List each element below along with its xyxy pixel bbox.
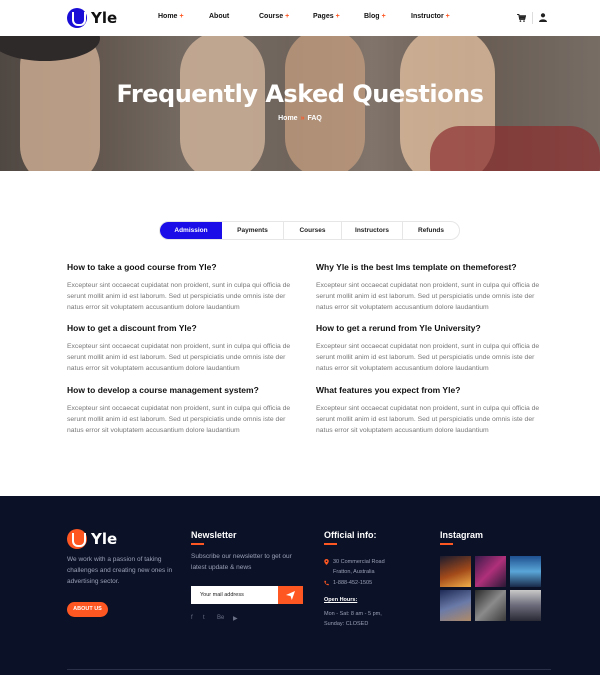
address-line-1: 30 Commercial Road	[333, 559, 385, 565]
nav-label: Instructor	[411, 13, 444, 20]
breadcrumb-home[interactable]: Home	[278, 115, 297, 122]
faq-item: How to get a rerund from Yle University?…	[316, 323, 541, 374]
main-nav: Home + About Course + Pages + Blog + Instruc…	[0, 13, 600, 25]
faq-question: How to develop a course management syste…	[67, 385, 259, 395]
faq-answer: Excepteur sint occaecat cupidatat non pr…	[316, 282, 540, 311]
phone-number[interactable]: 1-888-452-1505	[333, 580, 372, 586]
instagram-photo[interactable]	[510, 590, 541, 621]
nav-item-home[interactable]: Home +	[158, 13, 184, 20]
faq-item: How to get a discount from Yle? Excepteu…	[67, 323, 292, 374]
nav-plus-icon: +	[381, 13, 386, 20]
tab-admission[interactable]: Admission	[160, 222, 222, 239]
instagram-photo[interactable]	[475, 556, 506, 587]
open-hours-text: Mon - Sat: 8 am - 5 pm, Sunday: CLOSED	[324, 609, 382, 629]
faq-item: How to take a good course from Yle? Exce…	[67, 262, 292, 313]
newsletter-heading: Newsletter	[191, 530, 237, 540]
nav-item-blog[interactable]: Blog +	[364, 13, 386, 20]
instagram-photo[interactable]	[440, 556, 471, 587]
page-title: Frequently Asked Questions	[116, 80, 484, 108]
faq-question: Why Yle is the best lms template on them…	[316, 262, 517, 272]
instagram-heading: Instagram	[440, 530, 484, 540]
faq-question: How to get a discount from Yle?	[67, 323, 197, 333]
logo-text: Yle	[91, 530, 118, 548]
tab-payments[interactable]: Payments	[222, 222, 284, 239]
nav-item-instructor[interactable]: Instructor +	[411, 13, 450, 20]
footer-logo[interactable]: Yle	[67, 529, 117, 549]
newsletter-text: Subscribe our newsletter to get our late…	[191, 553, 292, 571]
nav-label: Blog	[364, 13, 380, 20]
behance-icon[interactable]: Be	[217, 615, 224, 621]
location-pin-icon	[324, 559, 329, 565]
nav-plus-icon: +	[285, 13, 290, 20]
header-divider	[532, 12, 533, 24]
hero-banner: Frequently Asked Questions Home» FAQ	[0, 36, 600, 171]
phone-icon	[324, 580, 329, 586]
heading-underline	[440, 543, 453, 545]
paper-plane-icon	[286, 590, 295, 600]
open-hours-label: Open Hours:	[324, 597, 358, 603]
logo-mark-icon	[67, 529, 87, 549]
instagram-photo[interactable]	[440, 590, 471, 621]
faq-answer: Excepteur sint occaecat cupidatat non pr…	[316, 405, 540, 434]
instagram-photo[interactable]	[475, 590, 506, 621]
youtube-icon[interactable]: ▶	[233, 615, 238, 622]
faq-tabs: Admission Payments Courses Instructors R…	[159, 221, 460, 240]
nav-label: About	[209, 13, 230, 20]
hours-line-1: Mon - Sat: 8 am - 5 pm,	[324, 611, 382, 617]
footer-description: We work with a passion of taking challen…	[67, 556, 173, 585]
faq-answer: Excepteur sint occaecat cupidatat non pr…	[67, 405, 291, 434]
hero-photo-shirt	[430, 126, 600, 171]
facebook-icon[interactable]: f	[191, 615, 193, 621]
newsletter-email-input[interactable]	[191, 586, 278, 604]
nav-plus-icon: +	[335, 13, 340, 20]
hours-line-2: Sunday: CLOSED	[324, 621, 369, 627]
tab-courses[interactable]: Courses	[284, 222, 342, 239]
nav-label: Pages	[313, 13, 334, 20]
footer-divider	[67, 669, 551, 670]
instagram-photo[interactable]	[510, 556, 541, 587]
faq-answer: Excepteur sint occaecat cupidatat non pr…	[316, 343, 540, 372]
breadcrumb-separator: »	[300, 115, 305, 122]
faq-question: How to get a rerund from Yle University?	[316, 323, 481, 333]
faq-answer: Excepteur sint occaecat cupidatat non pr…	[67, 343, 291, 372]
cart-icon[interactable]	[517, 14, 526, 22]
breadcrumb: Home» FAQ	[0, 115, 600, 122]
tab-instructors[interactable]: Instructors	[342, 222, 403, 239]
faq-item: What features you expect from Yle? Excep…	[316, 385, 541, 436]
faq-item: How to develop a course management syste…	[67, 385, 292, 436]
nav-label: Home	[158, 13, 178, 20]
nav-item-about[interactable]: About	[209, 13, 229, 20]
nav-plus-icon: +	[179, 13, 184, 20]
nav-label: Course	[259, 13, 284, 20]
site-header: Yle Home + About Course + Pages + Blog + Ins…	[0, 0, 600, 36]
nav-item-pages[interactable]: Pages +	[313, 13, 340, 20]
user-icon[interactable]	[539, 13, 547, 22]
nav-item-course[interactable]: Course +	[259, 13, 289, 20]
about-us-button[interactable]: ABOUT US	[67, 602, 108, 617]
tab-refunds[interactable]: Refunds	[403, 222, 459, 239]
faq-item: Why Yle is the best lms template on them…	[316, 262, 541, 313]
heading-underline	[324, 543, 337, 545]
address-line-2: Fratton, Australia	[333, 569, 375, 575]
faq-question: What features you expect from Yle?	[316, 385, 461, 395]
newsletter-submit-button[interactable]	[278, 586, 303, 604]
breadcrumb-current: FAQ	[307, 115, 322, 122]
official-info-heading: Official info:	[324, 530, 377, 540]
twitter-icon[interactable]: t	[203, 615, 205, 621]
nav-plus-icon: +	[445, 13, 450, 20]
faq-question: How to take a good course from Yle?	[67, 262, 217, 272]
faq-answer: Excepteur sint occaecat cupidatat non pr…	[67, 282, 291, 311]
heading-underline	[191, 543, 204, 545]
